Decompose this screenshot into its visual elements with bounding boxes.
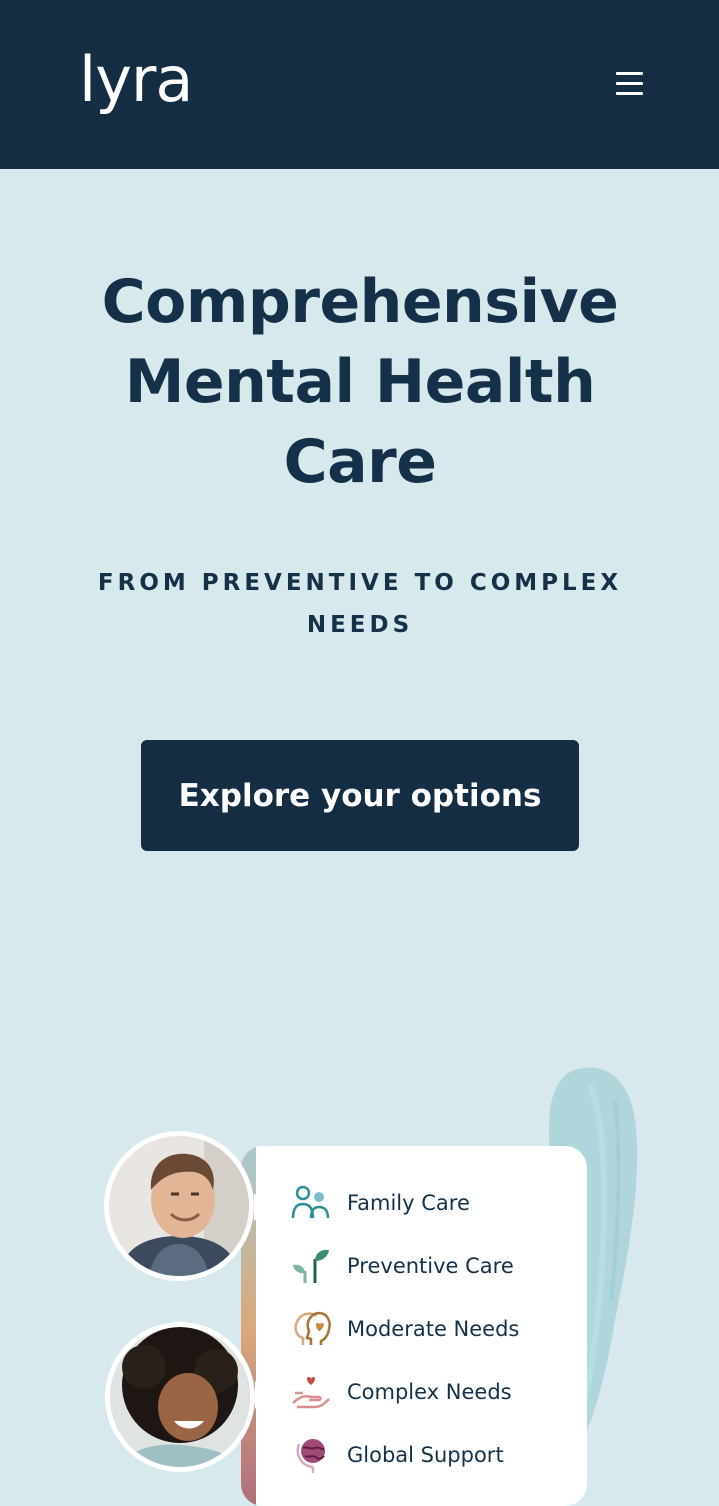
care-item-label: Complex Needs [347,1380,512,1404]
care-item-label: Global Support [347,1443,504,1467]
avatar [105,1322,255,1472]
sprout-icon [291,1246,335,1286]
lyra-logo[interactable]: lyra [79,45,193,115]
care-item-moderate-needs[interactable]: Moderate Needs [291,1309,519,1349]
menu-line-icon [616,72,643,75]
menu-line-icon [616,92,643,95]
care-item-family-care[interactable]: Family Care [291,1183,470,1223]
care-item-preventive-care[interactable]: Preventive Care [291,1246,514,1286]
top-navigation-bar: lyra [0,0,719,169]
family-icon [291,1183,335,1223]
care-options-card: Family Care Preventive Care Moderate Nee… [241,1146,587,1506]
hamburger-menu-button[interactable] [606,62,652,108]
menu-line-icon [616,82,643,85]
hero-title: Comprehensive Mental Health Care [101,267,619,497]
care-item-global-support[interactable]: Global Support [291,1435,504,1475]
heads-heart-icon [291,1309,335,1349]
care-item-label: Preventive Care [347,1254,514,1278]
hand-heart-icon [291,1372,335,1412]
explore-options-button[interactable]: Explore your options [141,740,579,851]
care-item-label: Moderate Needs [347,1317,520,1341]
speech-tip [254,1193,268,1221]
hero-subtitle: FROM PREVENTIVE TO COMPLEX NEEDS [97,570,623,638]
speech-tip [255,1381,269,1409]
care-item-complex-needs[interactable]: Complex Needs [291,1372,512,1412]
woman-portrait-icon [110,1327,250,1467]
globe-icon [291,1435,335,1475]
man-portrait-icon [109,1136,249,1276]
avatar [104,1131,254,1281]
care-item-label: Family Care [347,1191,470,1215]
